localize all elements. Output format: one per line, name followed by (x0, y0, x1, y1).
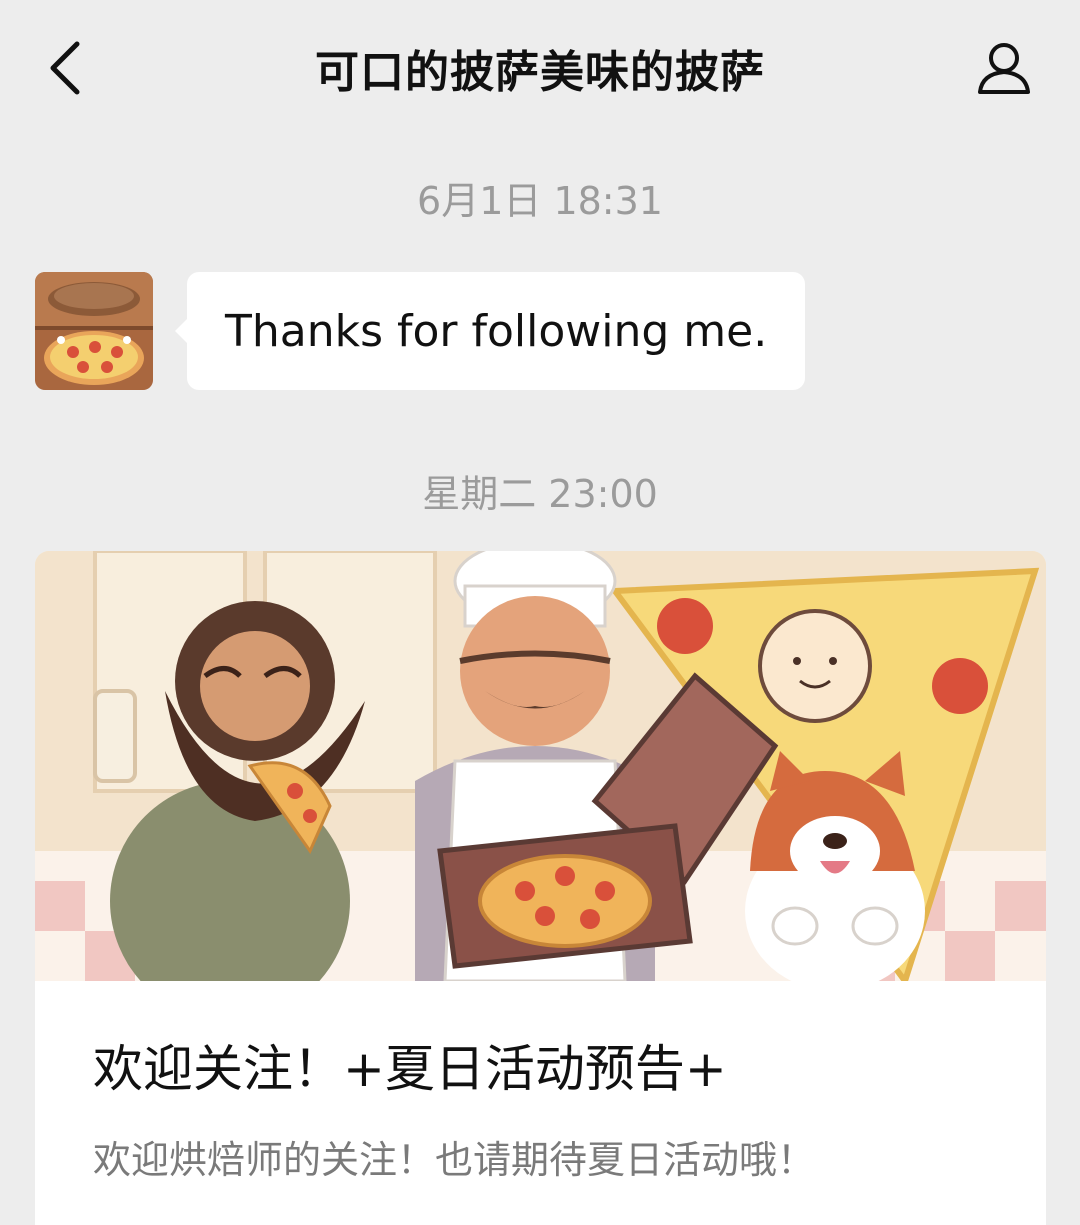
profile-button[interactable] (966, 30, 1042, 106)
pizza-logo-image (35, 272, 153, 390)
avatar[interactable] (35, 272, 153, 390)
chat-title: 可口的披萨美味的披萨 (315, 46, 765, 98)
article-card[interactable]: 欢迎关注！+夏日活动预告+ 欢迎烘焙师的关注！也请期待夏日活动哦！ (35, 551, 1046, 1225)
article-cover-image (35, 551, 1046, 1021)
user-icon (978, 43, 1030, 94)
article-description: 欢迎烘焙师的关注！也请期待夏日活动哦！ (93, 1138, 816, 1182)
article-title: 欢迎关注！+夏日活动预告+ (93, 1040, 727, 1098)
back-button[interactable] (30, 30, 100, 105)
chevron-left-icon (50, 41, 80, 94)
timestamp: 星期二 23:00 (422, 472, 658, 516)
message-row: Thanks for following me. (35, 272, 835, 390)
cover-illustration (35, 551, 1046, 1021)
nav-bar: 可口的披萨美味的披萨 (0, 0, 1080, 135)
message-text: Thanks for following me. (225, 305, 768, 357)
chat-screen: 可口的披萨美味的披萨 6月1日 18:31 Thanks for followi… (0, 0, 1080, 1225)
timestamp: 6月1日 18:31 (417, 179, 663, 223)
bubble-tail (175, 318, 188, 344)
message-bubble[interactable]: Thanks for following me. (175, 272, 806, 390)
